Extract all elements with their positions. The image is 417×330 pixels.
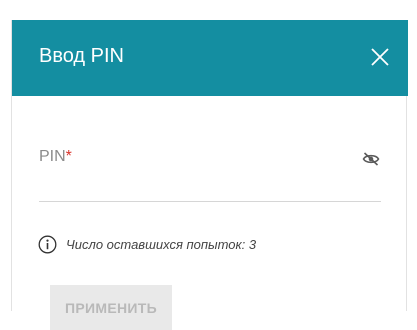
pin-field[interactable]: PIN* [39, 148, 381, 203]
close-icon[interactable] [370, 47, 390, 67]
apply-button[interactable]: ПРИМЕНИТЬ [50, 285, 172, 330]
info-icon [38, 235, 57, 254]
dialog-title: Ввод PIN [39, 45, 124, 67]
pin-field-underline [39, 201, 381, 202]
attempts-text: Число оставшихся попыток: 3 [66, 237, 257, 252]
eye-slash-icon[interactable] [362, 152, 380, 166]
pin-dialog: Ввод PIN PIN* Число оставшихся попыток: … [11, 20, 408, 330]
dialog-header: Ввод PIN [12, 20, 408, 96]
pin-input[interactable] [39, 148, 349, 180]
